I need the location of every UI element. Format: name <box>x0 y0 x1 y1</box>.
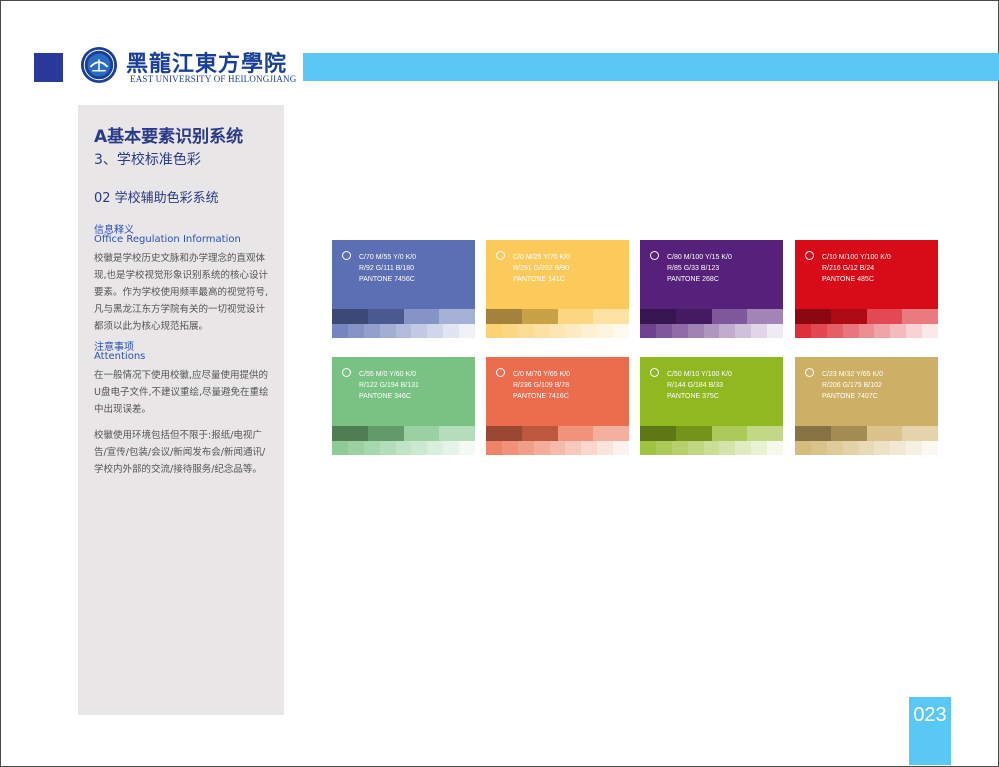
sidebar-panel: A基本要素识别系统 3、学校标准色彩 02 学校辅助色彩系统 信息释义 Offi… <box>78 105 284 715</box>
circle-marker-icon <box>650 251 659 260</box>
page-number: 023 <box>913 704 947 726</box>
attention-heading-en: Attentions <box>94 351 146 362</box>
tint-strip <box>795 324 938 338</box>
info-heading-en: Office Regulation Information <box>94 234 241 245</box>
tint-strip <box>795 441 938 455</box>
swatch-pantone: PANTONE 375C <box>667 393 719 400</box>
shade-strip <box>640 309 783 324</box>
swatch-pantone: PANTONE 346C <box>359 393 411 400</box>
header-accent-bar <box>303 53 999 81</box>
swatch-main-color: C/0 M/70 Y/65 K/0 R/236 G/109 B/78 PANTONE… <box>486 357 629 426</box>
swatch-specs: C/70 M/55 Y/0 K/0 R/92 G/111 B/180 PANTONE… <box>359 252 416 285</box>
circle-marker-icon <box>650 368 659 377</box>
shade-strip <box>795 426 938 441</box>
shade-strip <box>486 426 629 441</box>
color-swatch-card: C/0 M/70 Y/65 K/0 R/236 G/109 B/78 PANTONE… <box>486 357 629 455</box>
color-swatch-card: C/0 M/25 Y/70 K/0 R/251 G/202 B/90 PANTONE… <box>486 240 629 338</box>
tint-strip <box>486 324 629 338</box>
color-swatch-card: C/55 M/0 Y/60 K/0 R/122 G/194 B/131 PANTON… <box>332 357 475 455</box>
tint-strip <box>640 324 783 338</box>
color-swatch-card: C/50 M/10 Y/100 K/0 R/144 G/184 B/33 PANTO… <box>640 357 783 455</box>
swatch-main-color: C/80 M/100 Y/15 K/0 R/85 G/33 B/123 PANTON… <box>640 240 783 309</box>
swatch-cmyk: C/10 M/100 Y/100 K/0 <box>822 254 891 261</box>
shade-strip <box>795 309 938 324</box>
usage-paragraph: 校徽使用环境包括但不限于:报纸/电视广告/宣传/包装/会议/新闻发布会/新闻通讯… <box>94 430 266 475</box>
swatch-rgb: R/122 G/194 B/131 <box>359 382 419 389</box>
swatch-specs: C/23 M/32 Y/65 K/0 R/206 G/175 B/102 PANTO… <box>822 369 883 402</box>
swatch-cmyk: C/80 M/100 Y/15 K/0 <box>667 254 732 261</box>
section-title: 02 学校辅助色彩系统 <box>94 191 219 206</box>
swatch-cmyk: C/70 M/55 Y/0 K/0 <box>359 254 417 261</box>
school-name-en: EAST UNIVERSITY OF HEILONGJIANG <box>130 74 297 84</box>
shade-strip <box>332 309 475 324</box>
swatch-main-color: C/10 M/100 Y/100 K/0 R/216 G/12 B/24 PANTO… <box>795 240 938 309</box>
swatch-specs: C/80 M/100 Y/15 K/0 R/85 G/33 B/123 PANTON… <box>667 252 732 285</box>
circle-marker-icon <box>805 251 814 260</box>
swatch-pantone: PANTONE 141C <box>513 276 565 283</box>
swatch-cmyk: C/23 M/32 Y/65 K/0 <box>822 371 883 378</box>
attention-paragraph: 在一般情况下使用校徽,应尽量使用提供的U盘电子文件,不建议重绘,尽量避免在重绘中… <box>94 370 269 415</box>
color-swatch-card: C/23 M/32 Y/65 K/0 R/206 G/175 B/102 PANTO… <box>795 357 938 455</box>
color-swatch-card: C/10 M/100 Y/100 K/0 R/216 G/12 B/24 PANTO… <box>795 240 938 338</box>
color-swatch-card: C/70 M/55 Y/0 K/0 R/92 G/111 B/180 PANTONE… <box>332 240 475 338</box>
swatch-cmyk: C/55 M/0 Y/60 K/0 <box>359 371 417 378</box>
swatch-specs: C/50 M/10 Y/100 K/0 R/144 G/184 B/33 PANTO… <box>667 369 732 402</box>
swatch-specs: C/0 M/70 Y/65 K/0 R/236 G/109 B/78 PANTONE… <box>513 369 570 402</box>
swatch-rgb: R/85 G/33 B/123 <box>667 265 720 272</box>
swatch-specs: C/55 M/0 Y/60 K/0 R/122 G/194 B/131 PANTON… <box>359 369 419 402</box>
swatch-pantone: PANTONE 268C <box>667 276 719 283</box>
swatch-specs: C/0 M/25 Y/70 K/0 R/251 G/202 B/90 PANTONE… <box>513 252 570 285</box>
swatch-rgb: R/206 G/175 B/102 <box>822 382 882 389</box>
tint-strip <box>486 441 629 455</box>
swatch-pantone: PANTONE 7456C <box>359 276 415 283</box>
swatch-rgb: R/236 G/109 B/78 <box>513 382 570 389</box>
tint-strip <box>640 441 783 455</box>
header-blue-square <box>34 53 63 82</box>
swatch-cmyk: C/0 M/70 Y/65 K/0 <box>513 371 571 378</box>
circle-marker-icon <box>496 251 505 260</box>
swatch-main-color: C/55 M/0 Y/60 K/0 R/122 G/194 B/131 PANTON… <box>332 357 475 426</box>
circle-marker-icon <box>805 368 814 377</box>
swatch-pantone: PANTONE 7407C <box>822 393 878 400</box>
swatch-main-color: C/70 M/55 Y/0 K/0 R/92 G/111 B/180 PANTONE… <box>332 240 475 309</box>
shade-strip <box>486 309 629 324</box>
swatch-main-color: C/23 M/32 Y/65 K/0 R/206 G/175 B/102 PANTO… <box>795 357 938 426</box>
page-subtitle: 3、学校标准色彩 <box>94 152 201 168</box>
tint-strip <box>332 324 475 338</box>
swatch-rgb: R/216 G/12 B/24 <box>822 265 875 272</box>
swatch-cmyk: C/50 M/10 Y/100 K/0 <box>667 371 732 378</box>
swatch-pantone: PANTONE 485C <box>822 276 874 283</box>
page-title: A基本要素识别系统 <box>94 127 244 147</box>
circle-marker-icon <box>342 251 351 260</box>
swatch-rgb: R/144 G/184 B/33 <box>667 382 724 389</box>
info-paragraph: 校徽是学校历史文脉和办学理念的直观体现,也是学校视觉形象识别系统的核心设计要素。… <box>94 253 269 332</box>
shade-strip <box>332 426 475 441</box>
swatch-cmyk: C/0 M/25 Y/70 K/0 <box>513 254 571 261</box>
circle-marker-icon <box>496 368 505 377</box>
tint-strip <box>332 441 475 455</box>
swatch-rgb: R/251 G/202 B/90 <box>513 265 570 272</box>
swatch-pantone: PANTONE 7416C <box>513 393 569 400</box>
swatch-specs: C/10 M/100 Y/100 K/0 R/216 G/12 B/24 PANTO… <box>822 252 891 285</box>
circle-marker-icon <box>342 368 351 377</box>
swatch-main-color: C/0 M/25 Y/70 K/0 R/251 G/202 B/90 PANTONE… <box>486 240 629 309</box>
swatch-rgb: R/92 G/111 B/180 <box>359 265 414 272</box>
color-swatch-card: C/80 M/100 Y/15 K/0 R/85 G/33 B/123 PANTON… <box>640 240 783 338</box>
swatch-main-color: C/50 M/10 Y/100 K/0 R/144 G/184 B/33 PANTO… <box>640 357 783 426</box>
school-emblem-icon <box>80 46 118 84</box>
shade-strip <box>640 426 783 441</box>
